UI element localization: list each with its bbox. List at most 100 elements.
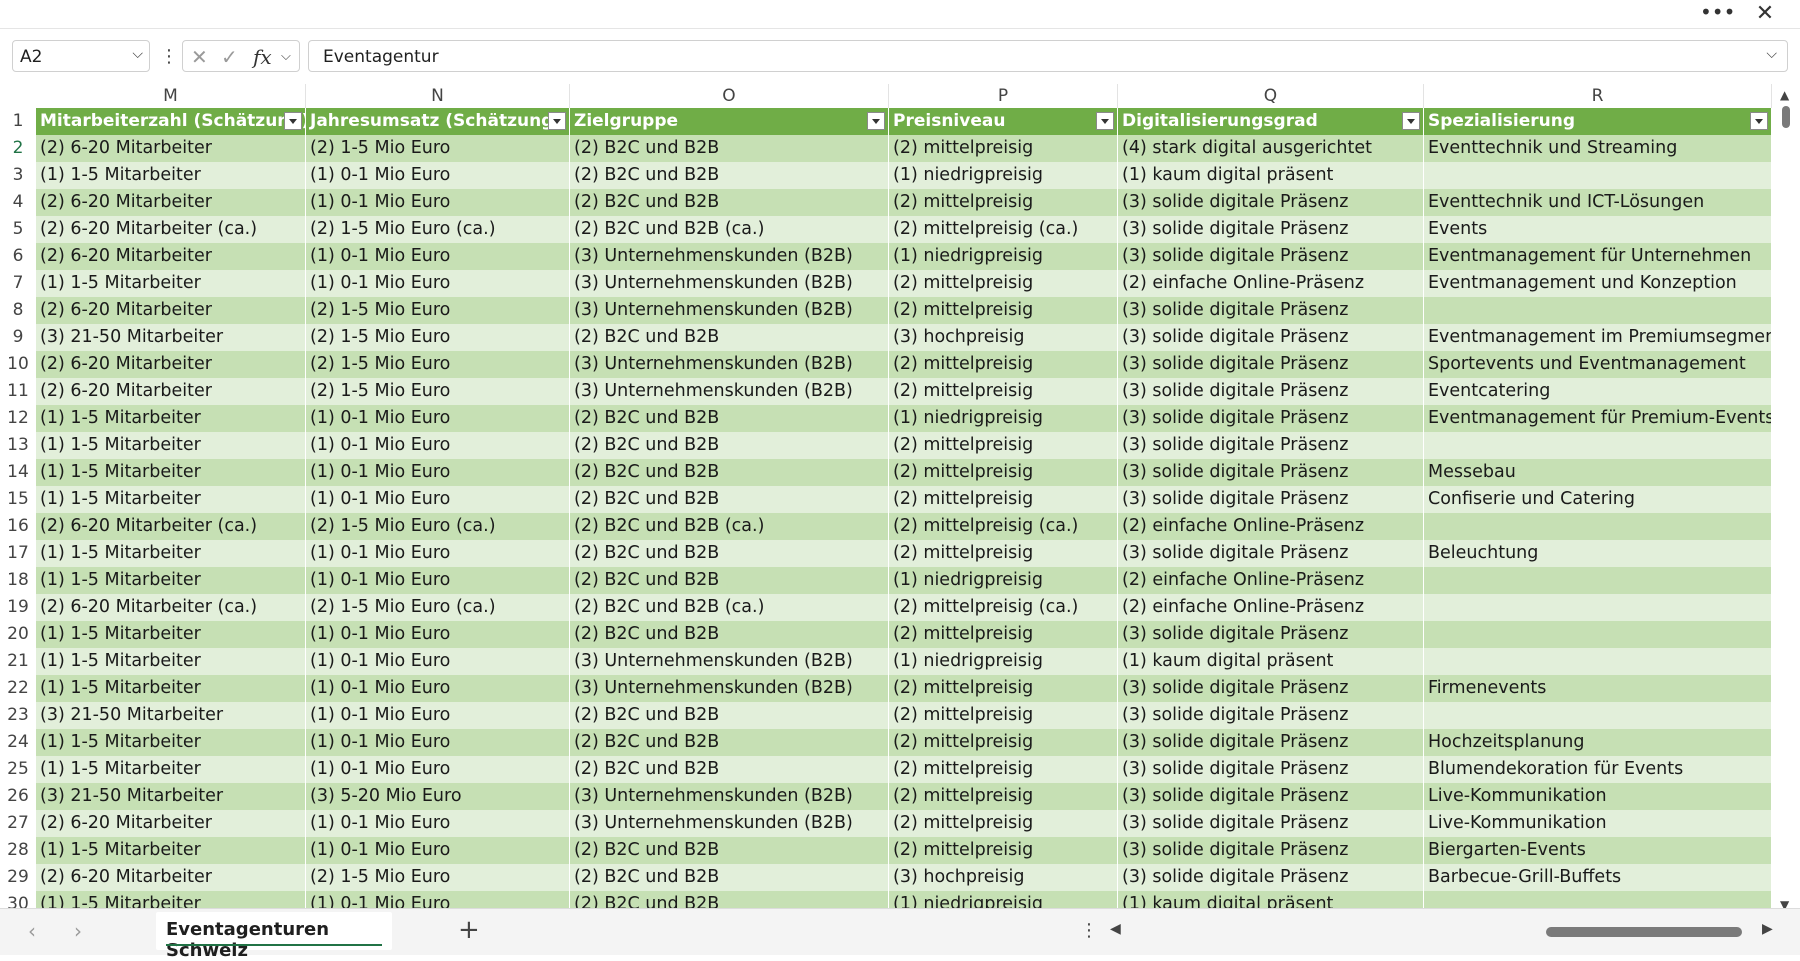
table-cell[interactable]: (2) B2C und B2B: [570, 621, 889, 648]
table-cell[interactable]: [1424, 432, 1772, 459]
row-number[interactable]: 20: [0, 621, 36, 648]
table-cell[interactable]: Live-Kommunikation: [1424, 783, 1772, 810]
table-cell[interactable]: [1424, 702, 1772, 729]
row-number[interactable]: 9: [0, 324, 36, 351]
table-cell[interactable]: (1) 0-1 Mio Euro: [306, 189, 570, 216]
table-cell[interactable]: (1) 0-1 Mio Euro: [306, 243, 570, 270]
table-cell[interactable]: (2) 6-20 Mitarbeiter: [36, 351, 306, 378]
table-cell[interactable]: (1) 0-1 Mio Euro: [306, 540, 570, 567]
table-cell[interactable]: (2) B2C und B2B: [570, 567, 889, 594]
row-number[interactable]: 11: [0, 378, 36, 405]
table-cell[interactable]: (2) mittelpreisig: [889, 810, 1118, 837]
filter-dropdown-icon[interactable]: [284, 112, 302, 130]
row-number[interactable]: 2: [0, 135, 36, 162]
table-cell[interactable]: (3) hochpreisig: [889, 324, 1118, 351]
table-cell[interactable]: (2) B2C und B2B: [570, 324, 889, 351]
table-cell[interactable]: (2) B2C und B2B: [570, 540, 889, 567]
scroll-left-icon[interactable]: ◀: [1110, 921, 1121, 937]
table-cell[interactable]: (1) 1-5 Mitarbeiter: [36, 621, 306, 648]
scroll-right-icon[interactable]: ▶: [1762, 921, 1773, 937]
row-number[interactable]: 4: [0, 189, 36, 216]
table-cell[interactable]: Messebau: [1424, 459, 1772, 486]
cancel-icon[interactable]: ✕: [191, 45, 208, 69]
row-number[interactable]: 29: [0, 864, 36, 891]
table-cell[interactable]: (2) mittelpreisig: [889, 351, 1118, 378]
table-cell[interactable]: (1) 0-1 Mio Euro: [306, 486, 570, 513]
column-header-p[interactable]: P: [889, 84, 1118, 108]
table-cell[interactable]: (2) mittelpreisig: [889, 459, 1118, 486]
table-cell[interactable]: (3) solide digitale Präsenz: [1118, 189, 1424, 216]
chevron-down-icon[interactable]: ⌵: [281, 49, 291, 64]
table-cell[interactable]: (2) einfache Online-Präsenz: [1118, 567, 1424, 594]
table-cell[interactable]: (2) mittelpreisig: [889, 729, 1118, 756]
table-cell[interactable]: (1) 0-1 Mio Euro: [306, 648, 570, 675]
table-cell[interactable]: (3) Unternehmenskunden (B2B): [570, 675, 889, 702]
table-cell[interactable]: (2) 1-5 Mio Euro: [306, 297, 570, 324]
table-cell[interactable]: (1) 1-5 Mitarbeiter: [36, 837, 306, 864]
table-cell[interactable]: (3) solide digitale Präsenz: [1118, 621, 1424, 648]
insert-function-icon[interactable]: fx: [253, 45, 272, 69]
table-cell[interactable]: (3) solide digitale Präsenz: [1118, 324, 1424, 351]
table-cell[interactable]: (1) 0-1 Mio Euro: [306, 837, 570, 864]
table-cell[interactable]: (2) einfache Online-Präsenz: [1118, 270, 1424, 297]
table-cell[interactable]: Firmenevents: [1424, 675, 1772, 702]
table-cell[interactable]: [1424, 513, 1772, 540]
table-cell[interactable]: [1424, 648, 1772, 675]
chevron-down-icon[interactable]: ⌵: [132, 46, 143, 62]
table-cell[interactable]: Eventcatering: [1424, 378, 1772, 405]
table-cell[interactable]: (3) solide digitale Präsenz: [1118, 675, 1424, 702]
table-cell[interactable]: (2) B2C und B2B: [570, 432, 889, 459]
table-cell[interactable]: (1) 0-1 Mio Euro: [306, 810, 570, 837]
table-cell[interactable]: (3) 5-20 Mio Euro: [306, 783, 570, 810]
table-cell[interactable]: (2) 1-5 Mio Euro: [306, 864, 570, 891]
table-cell[interactable]: [1424, 162, 1772, 189]
table-cell[interactable]: (3) Unternehmenskunden (B2B): [570, 783, 889, 810]
close-icon[interactable]: ✕: [1750, 2, 1780, 26]
table-cell[interactable]: (2) 6-20 Mitarbeiter: [36, 189, 306, 216]
select-all-corner[interactable]: [0, 84, 36, 108]
expand-formula-icon[interactable]: ⌵: [1766, 46, 1777, 62]
table-cell[interactable]: (1) 1-5 Mitarbeiter: [36, 486, 306, 513]
table-cell[interactable]: (3) Unternehmenskunden (B2B): [570, 810, 889, 837]
table-cell[interactable]: (2) mittelpreisig: [889, 837, 1118, 864]
check-icon[interactable]: ✓: [221, 45, 238, 69]
row-number[interactable]: 13: [0, 432, 36, 459]
table-cell[interactable]: Eventmanagement für Premium-Events: [1424, 405, 1772, 432]
row-number[interactable]: 19: [0, 594, 36, 621]
table-cell[interactable]: (1) 1-5 Mitarbeiter: [36, 648, 306, 675]
table-cell[interactable]: (3) solide digitale Präsenz: [1118, 243, 1424, 270]
table-cell[interactable]: Eventtechnik und ICT-Lösungen: [1424, 189, 1772, 216]
row-number[interactable]: 17: [0, 540, 36, 567]
table-cell[interactable]: (2) mittelpreisig: [889, 378, 1118, 405]
table-cell[interactable]: Beleuchtung: [1424, 540, 1772, 567]
row-number[interactable]: 21: [0, 648, 36, 675]
table-cell[interactable]: (3) solide digitale Präsenz: [1118, 783, 1424, 810]
table-cell[interactable]: (2) 6-20 Mitarbeiter: [36, 135, 306, 162]
table-cell[interactable]: (3) solide digitale Präsenz: [1118, 756, 1424, 783]
table-cell[interactable]: (2) 6-20 Mitarbeiter (ca.): [36, 513, 306, 540]
scroll-up-icon[interactable]: ▲: [1780, 88, 1789, 102]
table-cell[interactable]: (2) einfache Online-Präsenz: [1118, 513, 1424, 540]
table-cell[interactable]: Hochzeitsplanung: [1424, 729, 1772, 756]
table-cell[interactable]: (1) niedrigpreisig: [889, 567, 1118, 594]
table-cell[interactable]: (2) B2C und B2B: [570, 756, 889, 783]
table-cell[interactable]: (3) Unternehmenskunden (B2B): [570, 270, 889, 297]
vertical-dots-icon[interactable]: ⋮: [160, 46, 178, 67]
vertical-scrollbar[interactable]: ▲ ▼: [1772, 84, 1800, 912]
table-cell[interactable]: (1) niedrigpreisig: [889, 648, 1118, 675]
table-cell[interactable]: (1) 1-5 Mitarbeiter: [36, 405, 306, 432]
table-cell[interactable]: (2) B2C und B2B: [570, 891, 889, 908]
table-cell[interactable]: Biergarten-Events: [1424, 837, 1772, 864]
table-cell[interactable]: (2) 6-20 Mitarbeiter (ca.): [36, 216, 306, 243]
table-cell[interactable]: (1) 0-1 Mio Euro: [306, 459, 570, 486]
table-cell[interactable]: (2) 6-20 Mitarbeiter (ca.): [36, 594, 306, 621]
column-header-o[interactable]: O: [570, 84, 889, 108]
table-cell[interactable]: (1) 0-1 Mio Euro: [306, 162, 570, 189]
table-cell[interactable]: (3) 21-50 Mitarbeiter: [36, 783, 306, 810]
row-number[interactable]: 18: [0, 567, 36, 594]
header-cell[interactable]: Jahresumsatz (Schätzung): [306, 108, 570, 135]
filter-dropdown-icon[interactable]: [1402, 112, 1420, 130]
add-sheet-icon[interactable]: +: [458, 915, 480, 945]
column-header-m[interactable]: M: [36, 84, 306, 108]
table-cell[interactable]: (1) 1-5 Mitarbeiter: [36, 729, 306, 756]
